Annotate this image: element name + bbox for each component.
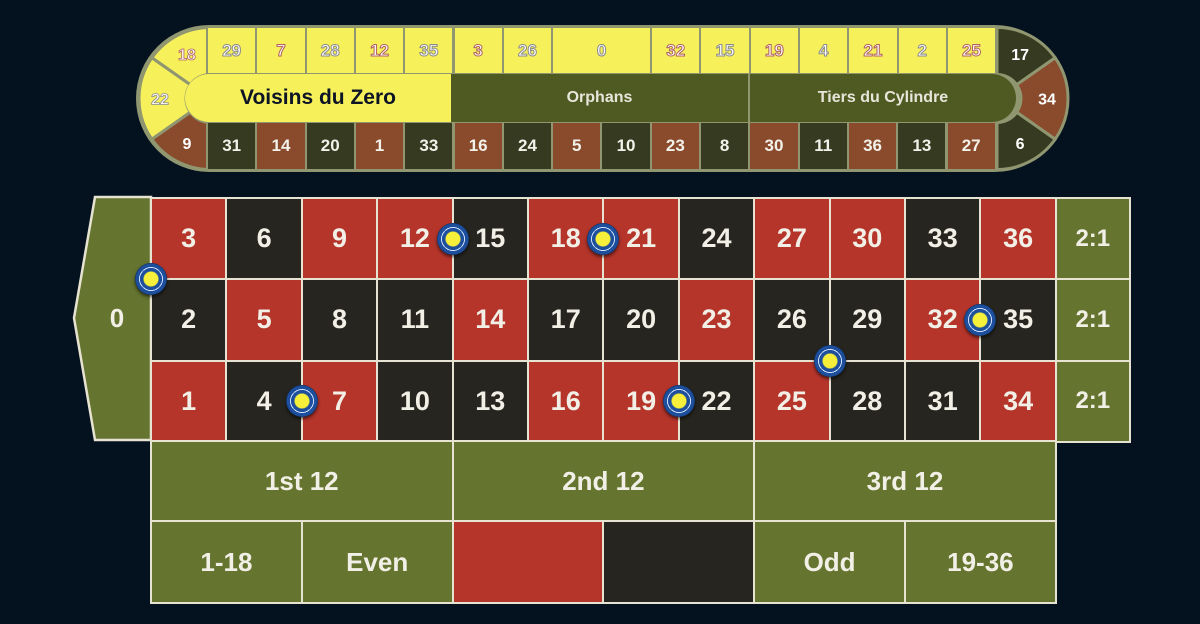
racetrack-number-23[interactable]: 23 bbox=[649, 121, 701, 171]
racetrack-number-0[interactable]: 0 bbox=[551, 26, 653, 75]
chip[interactable] bbox=[436, 222, 469, 255]
racetrack-number: 17 bbox=[1011, 47, 1029, 64]
number-cell-1[interactable]: 1 bbox=[150, 359, 228, 443]
racetrack-number-2[interactable]: 2 bbox=[896, 26, 948, 75]
number-cell-16[interactable]: 16 bbox=[527, 359, 605, 443]
tiers-du-cylindre-section[interactable]: Tiers du Cylindre bbox=[748, 74, 1016, 122]
bet-1-18[interactable]: 1-18 bbox=[150, 520, 303, 604]
number-cell-13[interactable]: 13 bbox=[451, 359, 529, 443]
orphans-section[interactable]: Orphans bbox=[451, 74, 748, 122]
racetrack-number: 18 bbox=[178, 47, 196, 64]
chip[interactable] bbox=[813, 344, 846, 377]
dozen-bet-3[interactable]: 3rd 12 bbox=[753, 440, 1057, 522]
racetrack-number: 22 bbox=[151, 92, 169, 109]
racetrack-number-33[interactable]: 33 bbox=[403, 121, 455, 171]
racetrack-number-31[interactable]: 31 bbox=[206, 121, 258, 171]
chip[interactable] bbox=[662, 385, 695, 418]
racetrack-number-19[interactable]: 19 bbox=[748, 26, 800, 75]
racetrack-number-21[interactable]: 21 bbox=[847, 26, 899, 75]
black-bet[interactable] bbox=[602, 520, 756, 604]
racetrack-number-15[interactable]: 15 bbox=[699, 26, 751, 75]
racetrack-number-10[interactable]: 10 bbox=[600, 121, 652, 171]
racetrack-number-12[interactable]: 12 bbox=[353, 26, 406, 75]
racetrack-number-11[interactable]: 11 bbox=[797, 121, 849, 171]
dozen-bet-1[interactable]: 1st 12 bbox=[150, 440, 454, 522]
racetrack-number-26[interactable]: 26 bbox=[501, 26, 554, 75]
racetrack-number-29[interactable]: 29 bbox=[206, 26, 258, 75]
racetrack-number-30[interactable]: 30 bbox=[748, 121, 800, 171]
number-cell-34[interactable]: 34 bbox=[979, 359, 1057, 443]
racetrack-number-27[interactable]: 27 bbox=[945, 121, 997, 171]
racetrack-number: 9 bbox=[182, 136, 191, 153]
racetrack-number-13[interactable]: 13 bbox=[896, 121, 948, 171]
racetrack-number-5[interactable]: 5 bbox=[551, 121, 603, 171]
racetrack-number-7[interactable]: 7 bbox=[255, 26, 307, 75]
racetrack-number-14[interactable]: 14 bbox=[255, 121, 307, 171]
racetrack-number-1[interactable]: 1 bbox=[353, 121, 406, 171]
number-cell-23[interactable]: 23 bbox=[677, 278, 756, 362]
racetrack-number-35[interactable]: 35 bbox=[403, 26, 455, 75]
racetrack-number-36[interactable]: 36 bbox=[846, 121, 899, 171]
racetrack-number: 34 bbox=[1038, 92, 1056, 109]
number-cell-14[interactable]: 14 bbox=[451, 278, 529, 362]
racetrack-number-25[interactable]: 25 bbox=[945, 26, 998, 75]
dozen-bet-2[interactable]: 2nd 12 bbox=[451, 440, 756, 522]
number-cell-9[interactable]: 9 bbox=[300, 197, 379, 281]
number-cell-10[interactable]: 10 bbox=[376, 359, 454, 443]
racetrack-number-20[interactable]: 20 bbox=[304, 121, 356, 171]
chip[interactable] bbox=[285, 385, 318, 418]
number-cell-33[interactable]: 33 bbox=[904, 197, 982, 281]
number-cell-17[interactable]: 17 bbox=[527, 278, 605, 362]
column-bet-2[interactable]: 2:1 bbox=[1054, 278, 1131, 362]
bet-even[interactable]: Even bbox=[300, 520, 454, 604]
red-bet[interactable] bbox=[451, 520, 605, 604]
racetrack-number-4[interactable]: 4 bbox=[798, 26, 850, 75]
number-cell-5[interactable]: 5 bbox=[225, 278, 303, 362]
column-bet-1[interactable]: 2:1 bbox=[1054, 359, 1131, 443]
racetrack-number-24[interactable]: 24 bbox=[501, 121, 554, 171]
number-cell-36[interactable]: 36 bbox=[979, 197, 1057, 281]
chip[interactable] bbox=[587, 222, 620, 255]
zero-label: 0 bbox=[110, 303, 124, 333]
racetrack-number: 6 bbox=[1016, 136, 1025, 153]
racetrack-number-32[interactable]: 32 bbox=[650, 26, 702, 75]
racetrack-number-28[interactable]: 28 bbox=[304, 26, 356, 75]
number-cell-11[interactable]: 11 bbox=[376, 278, 454, 362]
bet-19-36[interactable]: 19-36 bbox=[904, 520, 1057, 604]
bet-odd[interactable]: Odd bbox=[753, 520, 906, 604]
voisins-du-zero-section[interactable]: Voisins du Zero bbox=[185, 74, 451, 122]
racetrack-number-16[interactable]: 16 bbox=[452, 121, 504, 171]
racetrack-number-8[interactable]: 8 bbox=[699, 121, 751, 171]
number-cell-6[interactable]: 6 bbox=[225, 197, 303, 281]
racetrack-number-3[interactable]: 3 bbox=[452, 26, 504, 75]
column-bet-3[interactable]: 2:1 bbox=[1054, 197, 1131, 281]
number-cell-31[interactable]: 31 bbox=[904, 359, 982, 443]
number-cell-30[interactable]: 30 bbox=[828, 197, 906, 281]
number-cell-24[interactable]: 24 bbox=[677, 197, 756, 281]
number-cell-27[interactable]: 27 bbox=[753, 197, 831, 281]
zero-bet[interactable]: 0 bbox=[71, 195, 153, 443]
number-cell-20[interactable]: 20 bbox=[602, 278, 680, 362]
number-cell-8[interactable]: 8 bbox=[300, 278, 379, 362]
